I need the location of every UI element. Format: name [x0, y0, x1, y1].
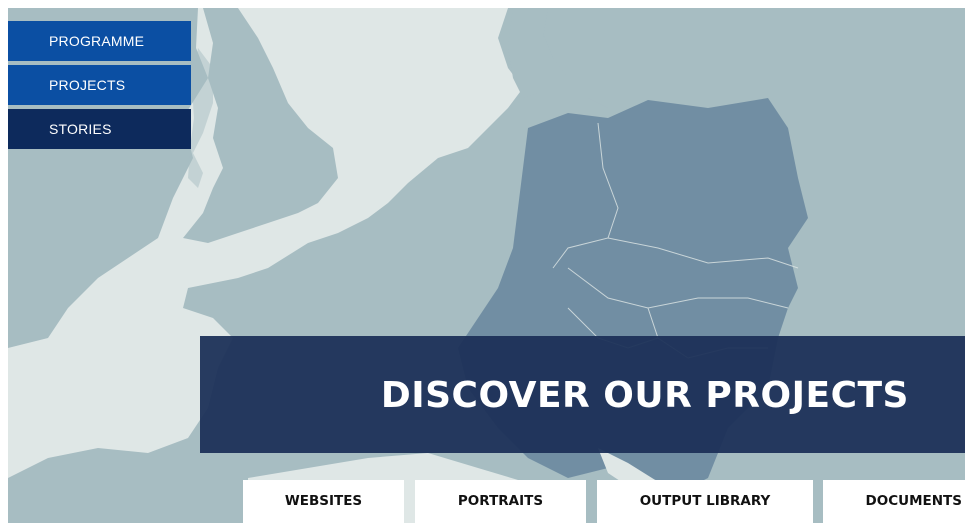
- tab-documents[interactable]: DOCUMENTS: [823, 480, 965, 523]
- tab-portraits[interactable]: PORTRAITS: [415, 480, 586, 523]
- side-nav: PROGRAMME PROJECTS STORIES: [8, 21, 191, 153]
- nav-item-projects[interactable]: PROJECTS: [8, 65, 191, 105]
- hero-banner: DISCOVER OUR PROJECTS: [200, 336, 965, 453]
- hero-title: DISCOVER OUR PROJECTS: [380, 375, 909, 416]
- nav-item-programme[interactable]: PROGRAMME: [8, 21, 191, 61]
- tab-output-library[interactable]: OUTPUT LIBRARY: [597, 480, 813, 523]
- nav-item-stories[interactable]: STORIES: [8, 109, 191, 149]
- tab-websites[interactable]: WEBSITES: [243, 480, 404, 523]
- page: PROGRAMME PROJECTS STORIES DISCOVER OUR …: [0, 0, 965, 523]
